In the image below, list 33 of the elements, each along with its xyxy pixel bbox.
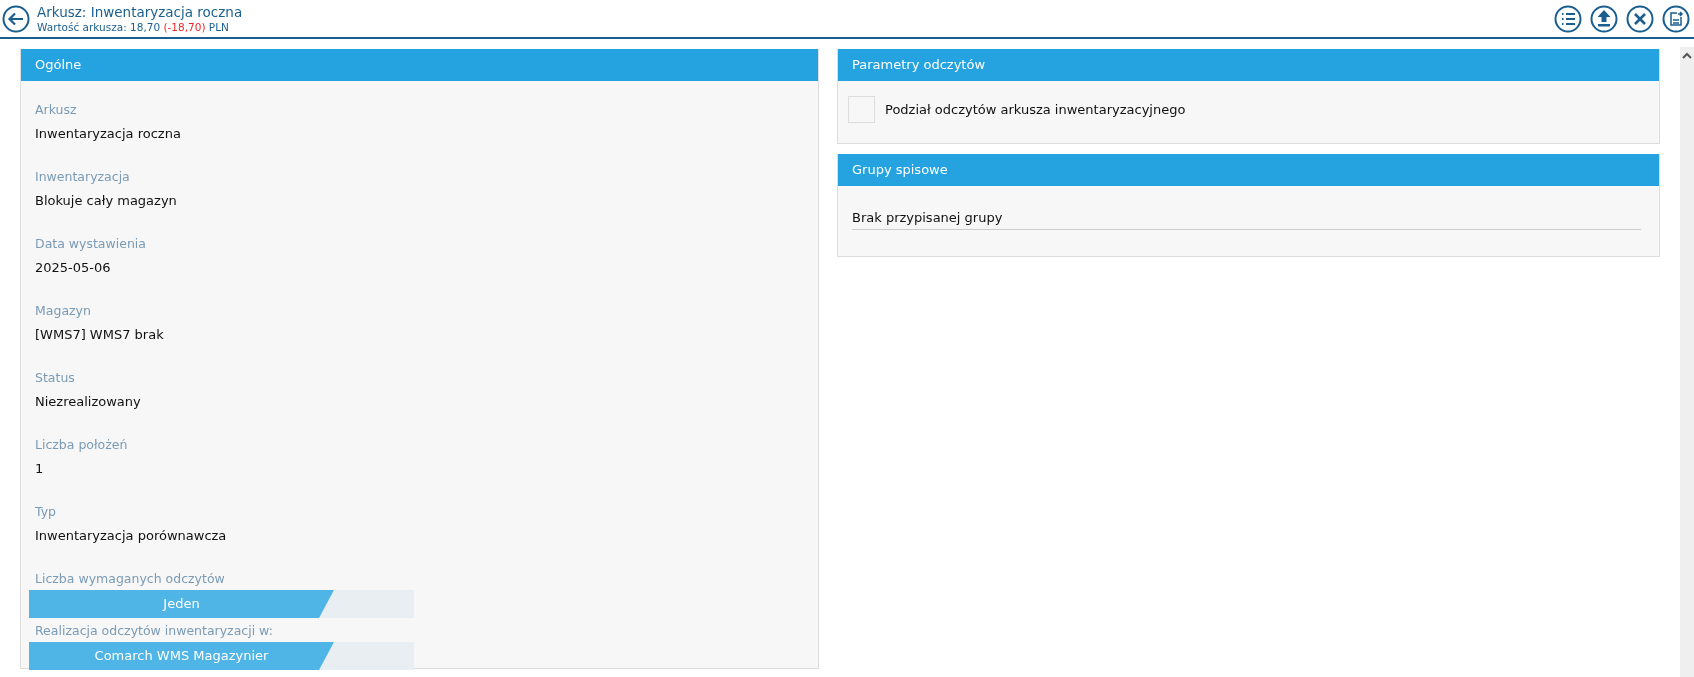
scrollbar[interactable]	[1680, 47, 1694, 677]
sheet-value-text: Wartość arkusza: 18,70 (-18,70) PLN	[37, 20, 230, 34]
field-label: Liczba wymaganych odczytów	[35, 570, 226, 588]
sheet-title: Arkusz: Inwentaryzacja roczna	[37, 3, 244, 21]
field-label: Inwentaryzacja	[35, 168, 131, 186]
field-value: 1	[35, 460, 45, 478]
field-label: Magazyn	[35, 302, 92, 320]
document-export-button[interactable]	[1662, 4, 1690, 33]
field-label: Typ	[35, 503, 58, 521]
field-label: Arkusz	[35, 101, 78, 119]
group-value: Brak przypisanej grupy	[852, 210, 1641, 230]
field-label: Liczba położeń	[35, 436, 129, 454]
field-value: Blokuje cały magazyn	[35, 192, 178, 210]
field-value: Inwentaryzacja porównawcza	[35, 527, 228, 545]
field-value: Inwentaryzacja roczna	[35, 125, 182, 143]
list-button[interactable]	[1554, 4, 1582, 33]
close-button[interactable]	[1626, 4, 1654, 33]
field-value: Niezrealizowany	[35, 393, 142, 411]
checkbox[interactable]	[848, 96, 875, 123]
scroll-up-icon[interactable]	[1682, 52, 1692, 59]
checkbox-label: Podział odczytów arkusza inwentaryzacyjnego	[885, 102, 1186, 117]
panel-header: Parametry odczytów	[838, 49, 1659, 81]
upload-arrow-button[interactable]	[1590, 4, 1618, 33]
back-button[interactable]	[2, 4, 30, 33]
field-label: Realizacja odczytów inwentaryzacji w:	[35, 622, 274, 640]
field-value: [WMS7] WMS7 brak	[35, 326, 165, 344]
field-value: 2025-05-06	[35, 259, 112, 277]
field-label: Data wystawienia	[35, 235, 147, 253]
field-label: Status	[35, 369, 76, 387]
panel-header: Grupy spisowe	[838, 154, 1659, 186]
selected-option[interactable]: Jeden	[29, 590, 334, 618]
selected-option[interactable]: Comarch WMS Magazynier	[29, 642, 334, 670]
panel-header: Ogólne	[21, 49, 818, 81]
